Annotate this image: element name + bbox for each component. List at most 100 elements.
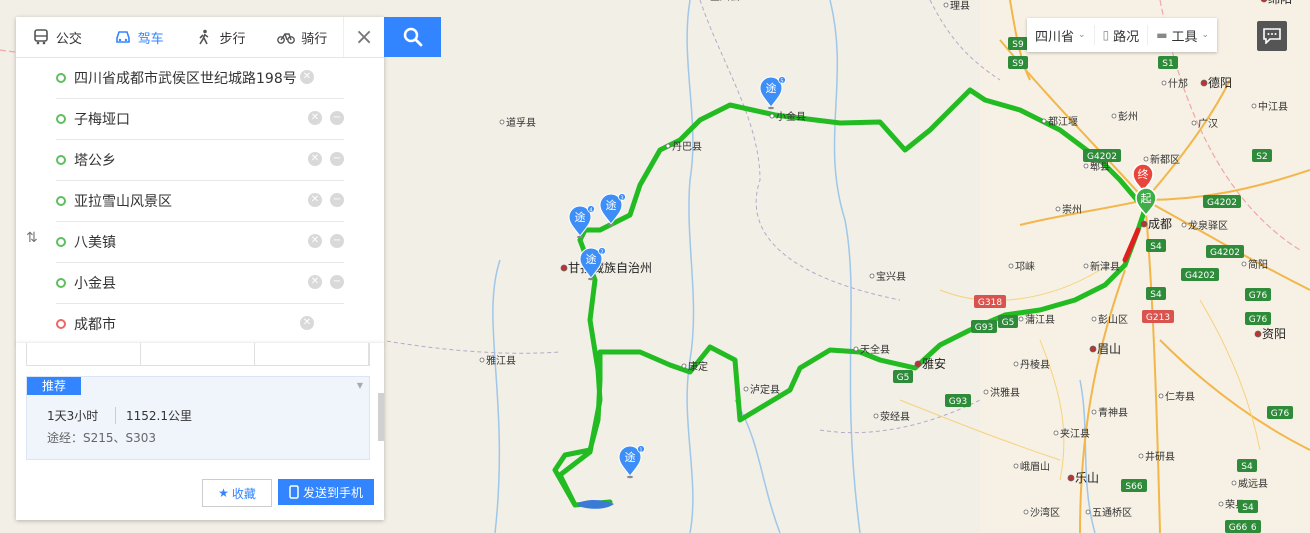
clear-icon[interactable]: ✕ [308,275,322,289]
city-label: 天全县 [860,343,890,356]
city-label: 彭州 [1118,110,1138,123]
city-dot [1143,156,1149,162]
waypoint-via[interactable]: 小金县 ✕ − [56,263,344,304]
city-label: 德阳 [1208,75,1232,90]
waypoint-end[interactable]: 成都市 ✕ [56,304,344,344]
city-dot [1083,263,1089,269]
swap-icon[interactable]: ⇅ [26,230,38,246]
car-icon [115,31,130,43]
route-card[interactable]: 推荐 ▼ 1天3小时 1152.1公里 途经：S215、S303 [26,376,370,460]
city-dot [1091,316,1097,322]
tab-bike-label: 骑行 [301,31,328,47]
city-dot [943,2,949,8]
province-label: 四川省 [1035,29,1075,45]
city-dot [869,273,875,279]
clear-icon[interactable]: ✕ [308,152,322,166]
route-time: 1天3小时 [47,409,99,423]
bus-icon [34,29,48,45]
close-icon[interactable]: × [343,17,384,57]
waypoint-via[interactable]: 亚拉雪山风景区 ✕ − [56,181,344,222]
tab-bike[interactable]: 骑行 [261,28,343,47]
route-option-tabs[interactable] [26,343,370,366]
tab-bus[interactable]: 公交 [16,28,98,47]
end-dot-icon [56,319,66,329]
waypoint-via[interactable]: 八美镇 ✕ − [56,222,344,263]
road-shield-label: G4202 [1207,198,1237,208]
city-dot [1013,361,1019,367]
city-label: 蒲江县 [1025,313,1055,326]
via-dot-icon [56,237,66,247]
road-shield-label: S1 [1162,59,1173,69]
city-label: 五通桥区 [1092,507,1132,519]
tools-label: 工具 [1171,29,1198,45]
city-dot [1041,118,1047,124]
chevron-down-icon: ⌄ [1078,30,1086,40]
clear-icon[interactable]: ✕ [308,193,322,207]
city-label: 新都区 [1150,153,1180,166]
traffic-button[interactable]: ▯ 路况 [1095,25,1149,45]
waypoint-label: 四川省成都市武侯区世纪城路198号 [74,71,297,87]
city-label: 都江堰 [1048,116,1078,128]
favorite-label: 收藏 [231,486,256,501]
message-button[interactable] [1257,21,1287,51]
clear-icon[interactable]: ✕ [300,70,314,84]
tools-button[interactable]: ▬ 工具 ⌄ [1148,25,1217,45]
city-label: 理县 [950,0,970,12]
city-label: 新津县 [1090,260,1120,273]
remove-icon[interactable]: − [330,152,344,166]
city-label: 康定 [688,360,708,373]
province-selector[interactable]: 四川省 ⌄ [1027,25,1095,45]
city-label: 中江县 [1258,100,1288,113]
via-marker-label: 途 [766,81,777,95]
city-dot [853,346,859,352]
favorite-button[interactable]: ★ 收藏 [202,479,272,507]
road-shield-label: G5 [897,373,910,383]
send-to-phone-button[interactable]: 发送到手机 [278,479,374,505]
city-label: 丹巴县 [672,141,702,153]
city-dot [1140,220,1148,228]
remove-icon[interactable]: − [330,111,344,125]
city-label: 井研县 [1145,450,1175,463]
via-dot-icon [56,114,66,124]
start-dot-icon [56,73,66,83]
tab-walk[interactable]: 步行 [180,28,262,47]
city-dot [1191,120,1197,126]
chevron-down-icon[interactable]: ▼ [357,381,363,390]
clear-icon[interactable]: ✕ [308,111,322,125]
city-label: 宝兴县 [876,270,906,283]
road-shield-label: G4202 [1185,271,1215,281]
city-dot [1053,430,1059,436]
city-label: 小金县 [776,110,806,123]
via-marker-label: 途 [575,210,586,224]
waypoint-label: 八美镇 [74,235,116,251]
city-dot [1023,509,1029,515]
waypoint-via[interactable]: 子梅垭口 ✕ − [56,99,344,140]
clear-icon[interactable]: ✕ [308,234,322,248]
city-dot [873,413,879,419]
road-shield-label: G5 [1002,318,1015,328]
remove-icon[interactable]: − [330,234,344,248]
road-shield-label: G93 [949,397,967,407]
clear-icon[interactable]: ✕ [300,316,314,330]
remove-icon[interactable]: − [330,193,344,207]
remove-icon[interactable]: − [330,275,344,289]
traffic-label: 路况 [1113,29,1140,45]
via-marker-label: 途 [625,450,636,464]
search-icon [403,27,422,47]
waypoint-via[interactable]: 塔公乡 ✕ − [56,140,344,181]
scrollbar[interactable] [378,393,384,441]
road-shield-label: G66 [1229,523,1248,533]
city-dot [1231,480,1237,486]
city-dot [560,264,568,272]
city-label: 乐山 [1075,471,1099,485]
search-button[interactable] [384,17,441,57]
city-label: 夹江县 [1060,427,1090,440]
traffic-light-icon: ▯ [1102,28,1110,42]
route-search-panel: 公交 驾车 步行 骑行 × ⇅ 四川省成都市武侯区世纪城路198号 ✕ 子梅垭口… [16,17,384,344]
city-label: 仁寿县 [1165,390,1195,403]
city-label: 道孚县 [506,116,536,129]
tab-drive[interactable]: 驾车 [98,28,180,47]
walk-icon [199,29,209,45]
waypoint-start[interactable]: 四川省成都市武侯区世纪城路198号 ✕ [56,58,344,99]
marker-shadow [577,235,583,239]
